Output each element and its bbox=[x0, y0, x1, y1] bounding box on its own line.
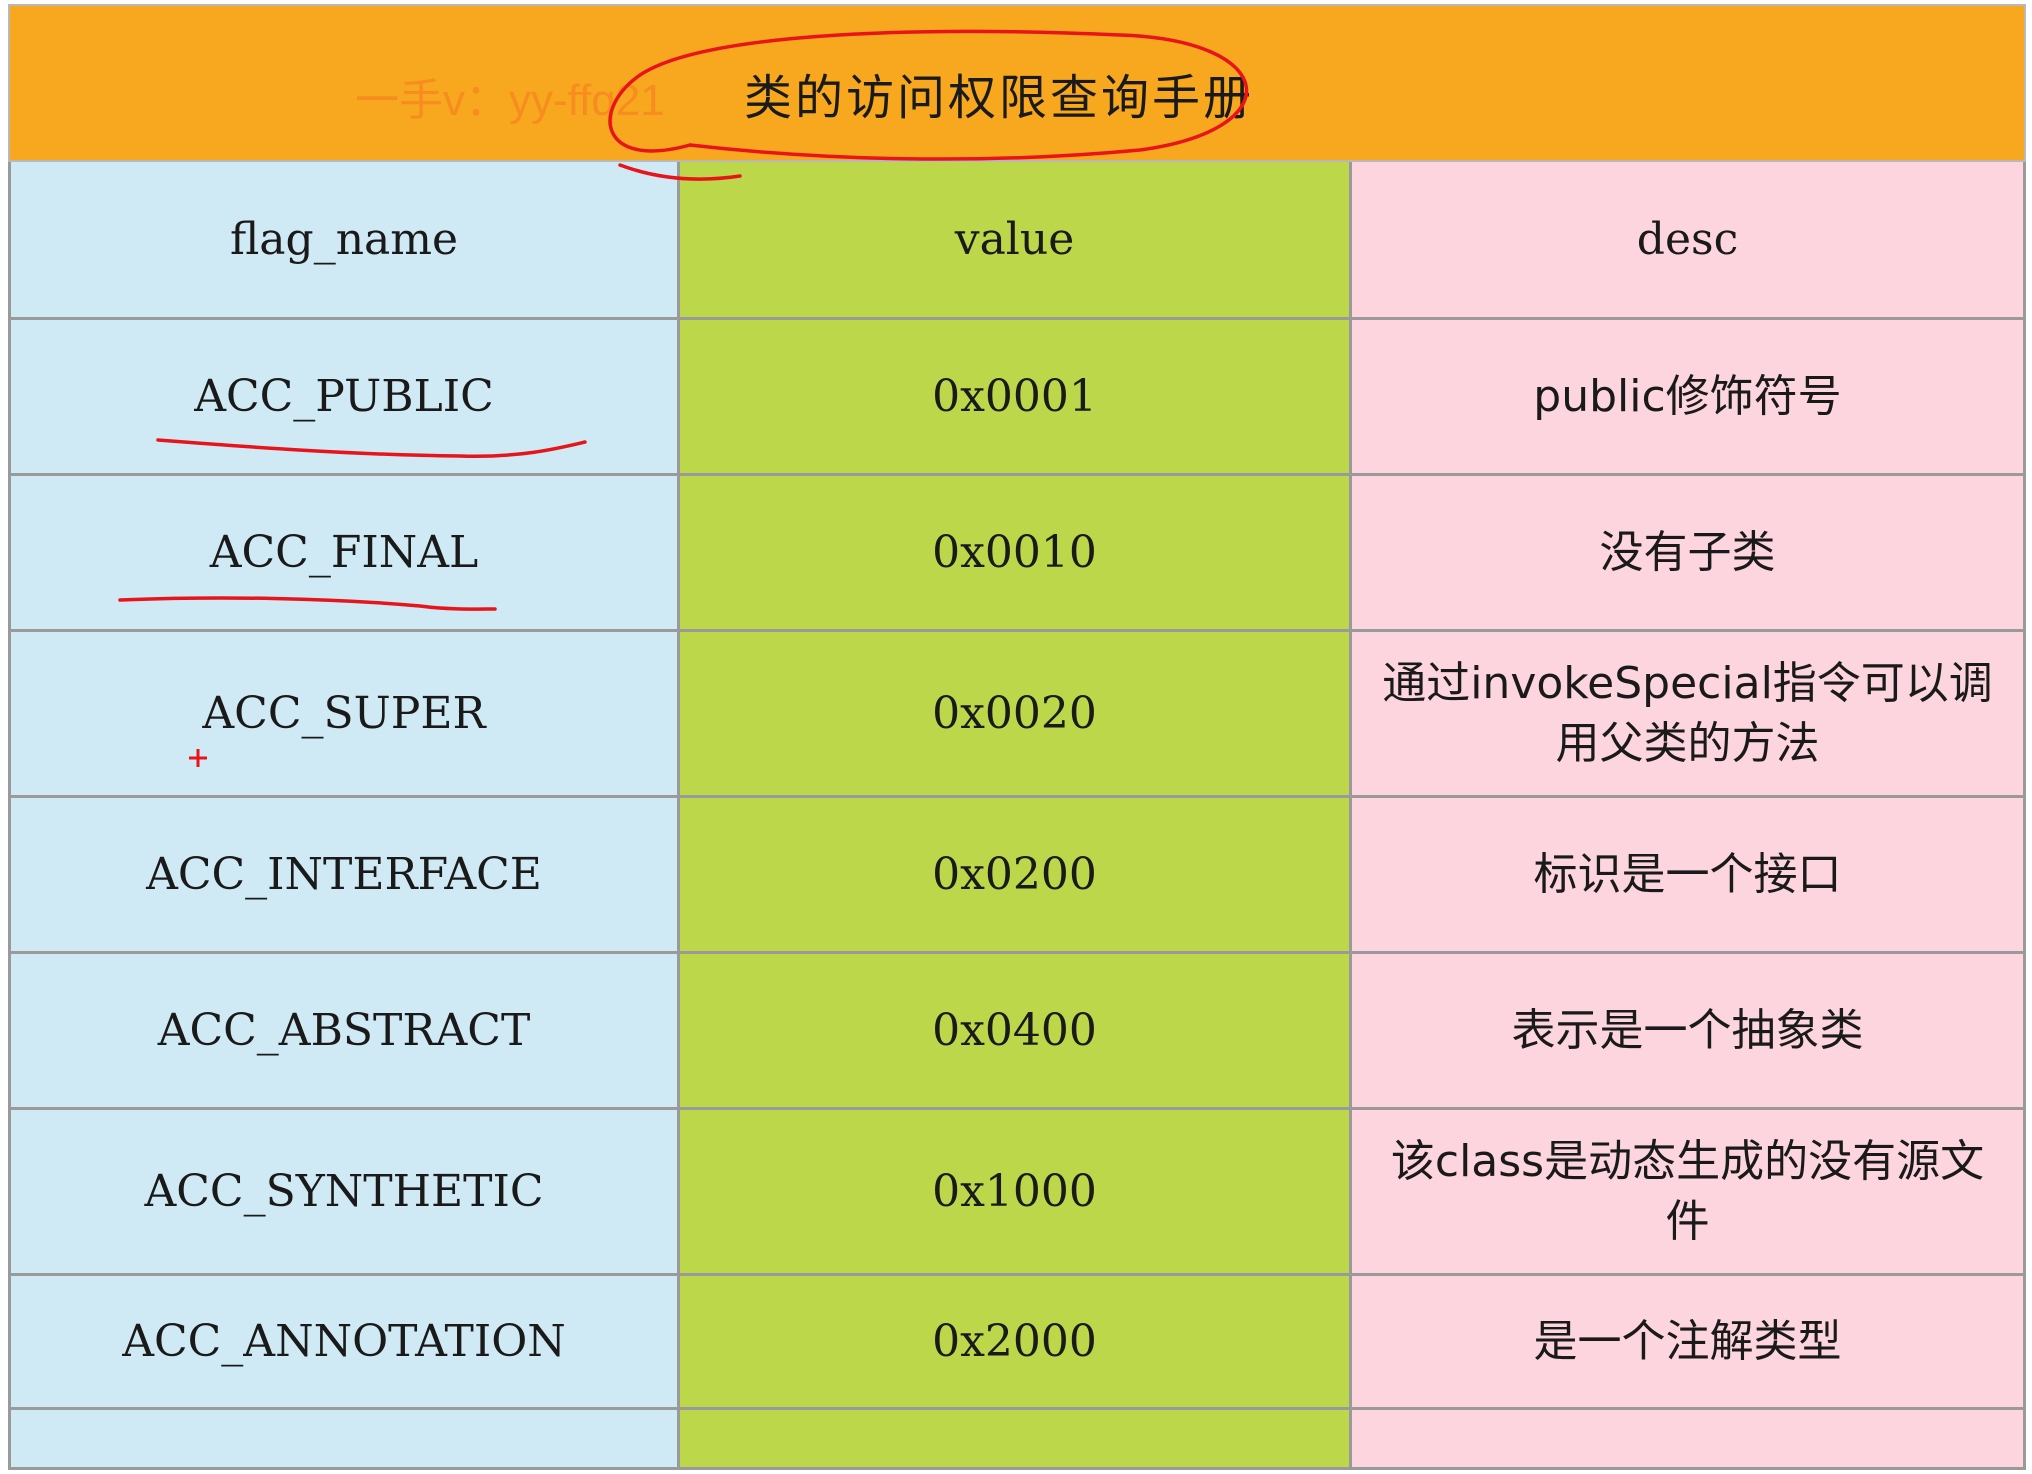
value-cell: 0x0200 bbox=[680, 798, 1352, 954]
value-cell: 0x0001 bbox=[680, 320, 1352, 476]
value-cell-empty bbox=[680, 1410, 1352, 1470]
table-row: ACC_PUBLIC 0x0001 public修饰符号 bbox=[8, 320, 2026, 476]
value-cell: 0x0400 bbox=[680, 954, 1352, 1110]
flag-name-cell: ACC_ABSTRACT bbox=[8, 954, 680, 1110]
value-cell: 0x0020 bbox=[680, 632, 1352, 798]
table-row: ACC_ANNOTATION 0x2000 是一个注解类型 bbox=[8, 1276, 2026, 1410]
desc-cell: 标识是一个接口 bbox=[1352, 798, 2026, 954]
header-value: value bbox=[680, 162, 1352, 320]
title-bar: 一手v：yy-ffq21 类的访问权限查询手册 bbox=[8, 4, 2026, 162]
table-row: ACC_ABSTRACT 0x0400 表示是一个抽象类 bbox=[8, 954, 2026, 1110]
flag-name-cell: ACC_SUPER bbox=[8, 632, 680, 798]
flag-name-cell: ACC_SYNTHETIC bbox=[8, 1110, 680, 1276]
flag-name-cell: ACC_FINAL bbox=[8, 476, 680, 632]
desc-cell: public修饰符号 bbox=[1352, 320, 2026, 476]
flag-name-cell: ACC_ANNOTATION bbox=[8, 1276, 680, 1410]
watermark-text: 一手v：yy-ffq21 bbox=[355, 76, 665, 125]
table-row: ACC_INTERFACE 0x0200 标识是一个接口 bbox=[8, 798, 2026, 954]
header-row: flag_name value desc bbox=[8, 162, 2026, 320]
table-row: ACC_FINAL 0x0010 没有子类 bbox=[8, 476, 2026, 632]
header-desc: desc bbox=[1352, 162, 2026, 320]
flag-name-cell: ACC_PUBLIC bbox=[8, 320, 680, 476]
desc-cell: 该class是动态生成的没有源文件 bbox=[1352, 1110, 2026, 1276]
desc-cell: 没有子类 bbox=[1352, 476, 2026, 632]
permission-table: 一手v：yy-ffq21 类的访问权限查询手册 flag_name value … bbox=[8, 4, 2026, 1474]
table-row-partial bbox=[8, 1410, 2026, 1470]
desc-cell-empty bbox=[1352, 1410, 2026, 1470]
value-cell: 0x0010 bbox=[680, 476, 1352, 632]
flag-name-cell: ACC_INTERFACE bbox=[8, 798, 680, 954]
flag-name-cell-empty bbox=[8, 1410, 680, 1470]
table-title: 类的访问权限查询手册 bbox=[744, 70, 1255, 126]
value-cell: 0x1000 bbox=[680, 1110, 1352, 1276]
header-flag-name: flag_name bbox=[8, 162, 680, 320]
desc-cell: 表示是一个抽象类 bbox=[1352, 954, 2026, 1110]
table-row: ACC_SYNTHETIC 0x1000 该class是动态生成的没有源文件 bbox=[8, 1110, 2026, 1276]
desc-cell: 通过invokeSpecial指令可以调用父类的方法 bbox=[1352, 632, 2026, 798]
desc-cell: 是一个注解类型 bbox=[1352, 1276, 2026, 1410]
table-row: ACC_SUPER 0x0020 通过invokeSpecial指令可以调用父类… bbox=[8, 632, 2026, 798]
value-cell: 0x2000 bbox=[680, 1276, 1352, 1410]
